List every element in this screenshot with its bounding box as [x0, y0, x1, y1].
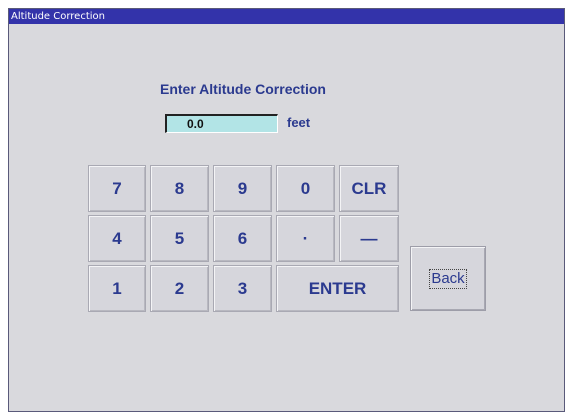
key-enter[interactable]: ENTER [276, 265, 399, 312]
unit-label: feet [287, 115, 311, 130]
altitude-value-field[interactable]: 0.0 [165, 114, 278, 133]
key-minus[interactable]: — [339, 215, 399, 262]
key-clear[interactable]: CLR [339, 165, 399, 212]
back-button-label: Back [429, 268, 467, 289]
window-titlebar: Altitude Correction [9, 9, 564, 24]
key-6[interactable]: 6 [213, 215, 272, 262]
key-decimal-point[interactable]: · [276, 215, 335, 262]
key-3[interactable]: 3 [213, 265, 272, 312]
key-2[interactable]: 2 [150, 265, 209, 312]
key-7[interactable]: 7 [88, 165, 146, 212]
key-0[interactable]: 0 [276, 165, 335, 212]
prompt-heading: Enter Altitude Correction [160, 81, 326, 97]
key-9[interactable]: 9 [213, 165, 272, 212]
altitude-correction-window: Altitude Correction Enter Altitude Corre… [8, 8, 565, 412]
key-8[interactable]: 8 [150, 165, 209, 212]
back-button[interactable]: Back [410, 246, 486, 311]
key-1[interactable]: 1 [88, 265, 146, 312]
key-4[interactable]: 4 [88, 215, 146, 262]
key-5[interactable]: 5 [150, 215, 209, 262]
